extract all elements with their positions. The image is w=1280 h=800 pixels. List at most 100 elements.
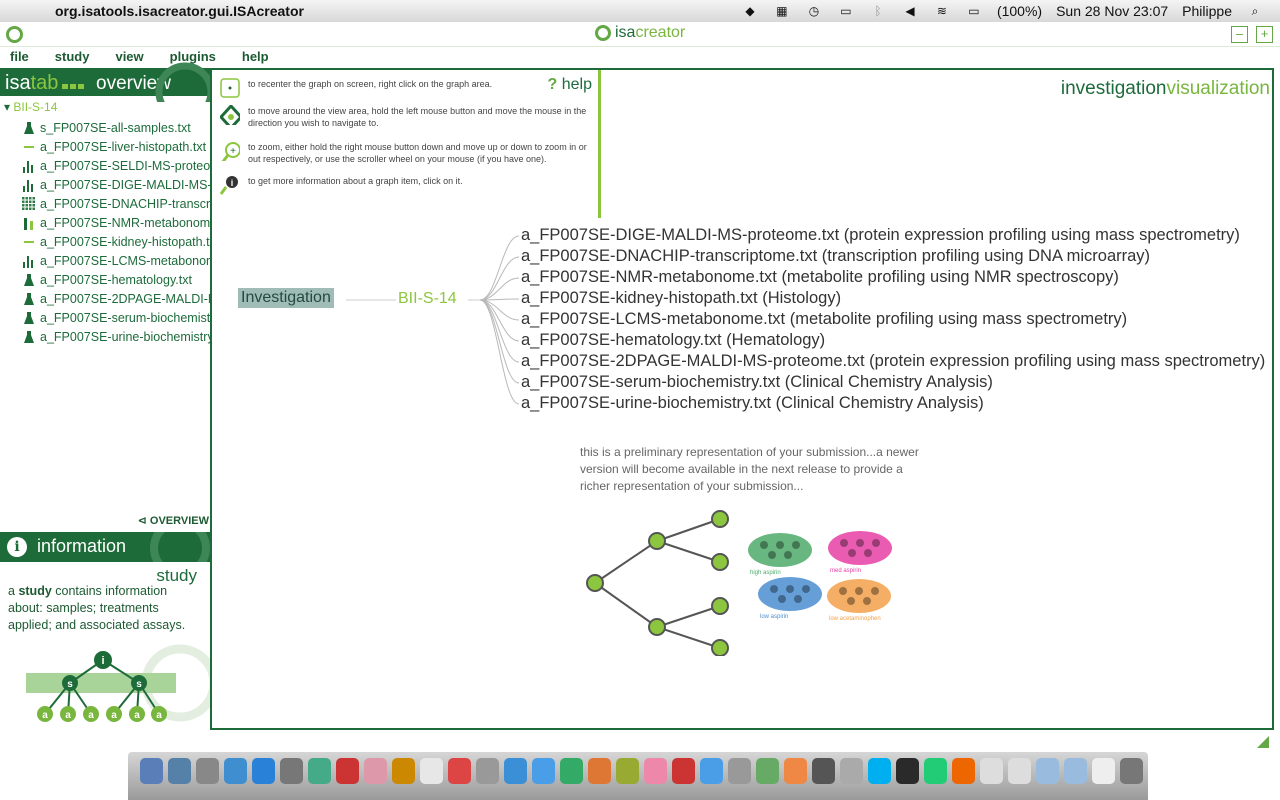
minimize-button[interactable]: – [1231, 26, 1248, 43]
dock-app-icon[interactable] [448, 758, 471, 784]
dock-app-icon[interactable] [532, 758, 555, 784]
assay-node[interactable]: a_FP007SE-LCMS-metabonome.txt (metabolit… [521, 310, 1127, 330]
dock-app-icon[interactable] [868, 758, 891, 784]
tree-item[interactable]: a_FP007SE-urine-biochemistry.txt [22, 327, 211, 346]
tree-item[interactable]: a_FP007SE-kidney-histopath.txt [22, 232, 211, 251]
tree-item[interactable]: a_FP007SE-hematology.txt [22, 270, 211, 289]
assay-node[interactable]: a_FP007SE-serum-biochemistry.txt (Clinic… [521, 373, 993, 393]
tree-item[interactable]: a_FP007SE-serum-biochemistry.txt [22, 308, 211, 327]
spotlight-icon[interactable]: ⌕ [1246, 4, 1264, 18]
display-icon[interactable]: ▭ [837, 4, 855, 18]
assay-node[interactable]: a_FP007SE-DNACHIP-transcriptome.txt (tra… [521, 247, 1150, 267]
graph-edge [479, 299, 520, 405]
svg-text:a: a [65, 710, 71, 721]
information-title: information [37, 536, 127, 556]
dock-app-icon[interactable] [644, 758, 667, 784]
study-node[interactable]: BII-S-14 [398, 290, 457, 308]
group-dot [840, 539, 848, 547]
bluetooth-icon[interactable]: ᛒ [869, 4, 887, 18]
dock-app-icon[interactable] [1064, 758, 1087, 784]
dock-app-icon[interactable] [504, 758, 527, 784]
tree-root[interactable]: ▾ BII-S-14 [4, 100, 57, 114]
flask-icon [22, 292, 36, 306]
dock-app-icon[interactable] [560, 758, 583, 784]
flask-icon [22, 330, 36, 344]
dock-app-icon[interactable] [616, 758, 639, 784]
dock-app-icon[interactable] [1120, 758, 1143, 784]
tree-item-label: a_FP007SE-hematology.txt [40, 272, 192, 287]
graph-edge [479, 235, 520, 301]
dock-app-icon[interactable] [168, 758, 191, 784]
tree-item[interactable]: a_FP007SE-NMR-metabonome.txt [22, 213, 211, 232]
dock-app-icon[interactable] [420, 758, 443, 784]
overview-link[interactable]: ⊲ OVERVIEW [138, 514, 209, 527]
dock-app-icon[interactable] [924, 758, 947, 784]
tree-item[interactable]: a_FP007SE-liver-histopath.txt [22, 137, 211, 156]
resize-grip-icon[interactable] [1256, 735, 1270, 749]
investigation-node[interactable]: Investigation [238, 288, 334, 308]
dock-app-icon[interactable] [364, 758, 387, 784]
dock-app-icon[interactable] [700, 758, 723, 784]
battery-icon[interactable]: ▭ [965, 4, 983, 18]
dock-app-icon[interactable] [812, 758, 835, 784]
clock[interactable]: Sun 28 Nov 23:07 [1056, 3, 1168, 19]
dock-app-icon[interactable] [1092, 758, 1115, 784]
header-swirl-icon [155, 62, 211, 102]
menu-file[interactable]: file [10, 47, 29, 67]
user-name[interactable]: Philippe [1182, 3, 1232, 19]
tree-item[interactable]: a_FP007SE-DNACHIP-transcriptome.txt [22, 194, 211, 213]
volume-icon[interactable]: ◀ [901, 4, 919, 18]
maximize-button[interactable]: + [1256, 26, 1273, 43]
dock-app-icon[interactable] [252, 758, 275, 784]
dock-app-icon[interactable] [280, 758, 303, 784]
dock-app-icon[interactable] [672, 758, 695, 784]
visualization-panel[interactable]: ? help to recenter the graph on screen, … [210, 68, 1274, 730]
dock-app-icon[interactable] [1036, 758, 1059, 784]
group-dot [839, 587, 847, 595]
assay-node[interactable]: a_FP007SE-NMR-metabonome.txt (metabolite… [521, 268, 1119, 288]
svg-text:+: + [230, 146, 236, 157]
group-dot [864, 549, 872, 557]
dock-app-icon[interactable] [196, 758, 219, 784]
dock-app-icon[interactable] [140, 758, 163, 784]
dropbox-icon[interactable]: ◆ [741, 4, 759, 18]
mac-menu-bar: org.isatools.isacreator.gui.ISAcreator ◆… [0, 0, 1280, 23]
recenter-icon [220, 78, 240, 98]
sidebar: isatab overview ▾ BII-S-14 s_FP007SE-all… [0, 62, 211, 730]
assay-node[interactable]: a_FP007SE-2DPAGE-MALDI-MS-proteome.txt (… [521, 352, 1265, 372]
dock-app-icon[interactable] [784, 758, 807, 784]
tree-item[interactable]: a_FP007SE-DIGE-MALDI-MS-proteome.txt [22, 175, 211, 194]
assay-node[interactable]: a_FP007SE-kidney-histopath.txt (Histolog… [521, 289, 841, 309]
dock-app-icon[interactable] [896, 758, 919, 784]
dock-app-icon[interactable] [840, 758, 863, 784]
dock-app-icon[interactable] [728, 758, 751, 784]
time-machine-icon[interactable]: ◷ [805, 4, 823, 18]
dock-app-icon[interactable] [224, 758, 247, 784]
assay-node[interactable]: a_FP007SE-DIGE-MALDI-MS-proteome.txt (pr… [521, 226, 1240, 246]
wifi-icon[interactable]: ≋ [933, 4, 951, 18]
app-name-menu[interactable]: org.isatools.isacreator.gui.ISAcreator [55, 3, 304, 19]
tree-item-label: a_FP007SE-liver-histopath.txt [40, 139, 207, 154]
isatab-dots-icon [62, 76, 86, 94]
tree-item[interactable]: a_FP007SE-2DPAGE-MALDI-MS-proteome.txt [22, 289, 211, 308]
dock-app-icon[interactable] [952, 758, 975, 784]
dock-app-icon[interactable] [476, 758, 499, 784]
dock-app-icon[interactable] [336, 758, 359, 784]
dock-app-icon[interactable] [308, 758, 331, 784]
tree-item[interactable]: s_FP007SE-all-samples.txt [22, 118, 211, 137]
assay-node[interactable]: a_FP007SE-urine-biochemistry.txt (Clinic… [521, 394, 984, 414]
collapse-chevron-icon[interactable]: ▾ [4, 100, 13, 114]
tree-item-label: a_FP007SE-NMR-metabonome.txt [40, 215, 211, 230]
menu-study[interactable]: study [55, 47, 90, 67]
info-swirl-icon [150, 532, 210, 562]
dock-app-icon[interactable] [588, 758, 611, 784]
dock-app-icon[interactable] [392, 758, 415, 784]
dock-app-icon[interactable] [1008, 758, 1031, 784]
spaces-icon[interactable]: ▦ [773, 4, 791, 18]
dock-app-icon[interactable] [980, 758, 1003, 784]
menu-help[interactable]: help [242, 47, 269, 67]
tree-item[interactable]: a_FP007SE-LCMS-metabonome.txt [22, 251, 211, 270]
tree-item[interactable]: a_FP007SE-SELDI-MS-proteome.txt [22, 156, 211, 175]
dock-app-icon[interactable] [756, 758, 779, 784]
assay-node[interactable]: a_FP007SE-hematology.txt (Hematology) [521, 331, 825, 351]
